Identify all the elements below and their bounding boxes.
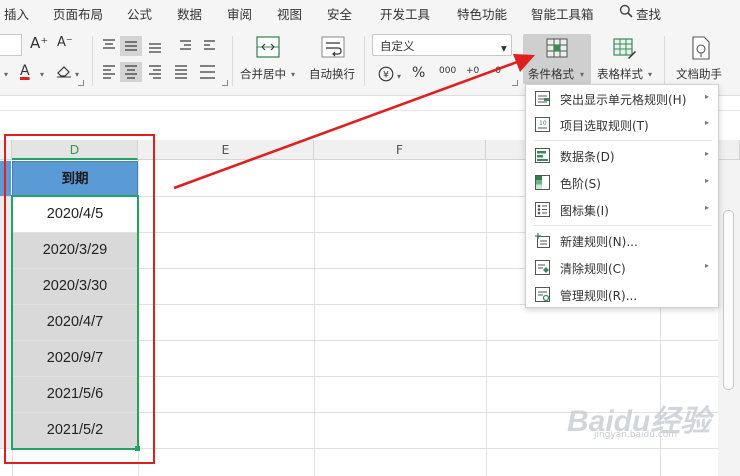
menu-item-clear-rules[interactable]: 清除规则(C) ▸ [526,255,718,281]
icon-sets-icon [535,202,550,217]
chevron-right-icon: ▸ [704,92,709,101]
baidu-watermark-url: jingyan.baidu.com [594,430,678,440]
clear-rules-icon [535,260,550,275]
manage-rules-icon [535,287,550,302]
top-bottom-rules-icon: 10 [535,117,550,132]
menu-item-data-bars[interactable]: 数据条(D) ▸ [526,143,718,169]
menu-item-label: 项目选取规则(T) [560,119,649,133]
menu-item-label: 色阶(S) [560,177,601,191]
menu-item-label: 清除规则(C) [560,262,626,276]
new-rule-icon [535,233,550,248]
chevron-right-icon: ▸ [704,261,709,270]
chevron-right-icon: ▸ [704,149,709,158]
chevron-right-icon: ▸ [704,176,709,185]
menu-item-new-rule[interactable]: 新建规则(N)... [526,228,718,254]
data-bars-icon [535,148,550,163]
menu-item-highlight-rules[interactable]: 突出显示单元格规则(H) ▸ [526,86,718,112]
menu-item-top-bottom-rules[interactable]: 10 项目选取规则(T) ▸ [526,112,718,138]
menu-item-icon-sets[interactable]: 图标集(I) ▸ [526,197,718,223]
menu-item-label: 数据条(D) [560,150,615,164]
menu-item-label: 图标集(I) [560,204,609,218]
menu-item-label: 突出显示单元格规则(H) [560,93,687,107]
menu-item-color-scales[interactable]: 色阶(S) ▸ [526,170,718,196]
menu-item-manage-rules[interactable]: 管理规则(R)... [526,282,718,308]
conditional-format-menu: 突出显示单元格规则(H) ▸ 10 项目选取规则(T) ▸ 数据条(D) ▸ 色… [525,84,719,308]
svg-text:10: 10 [539,120,547,127]
chevron-right-icon: ▸ [704,203,709,212]
chevron-right-icon: ▸ [704,118,709,127]
menu-item-label: 管理规则(R)... [560,289,638,303]
highlight-rules-icon [535,91,550,106]
color-scales-icon [535,175,550,190]
menu-item-label: 新建规则(N)... [560,235,638,249]
